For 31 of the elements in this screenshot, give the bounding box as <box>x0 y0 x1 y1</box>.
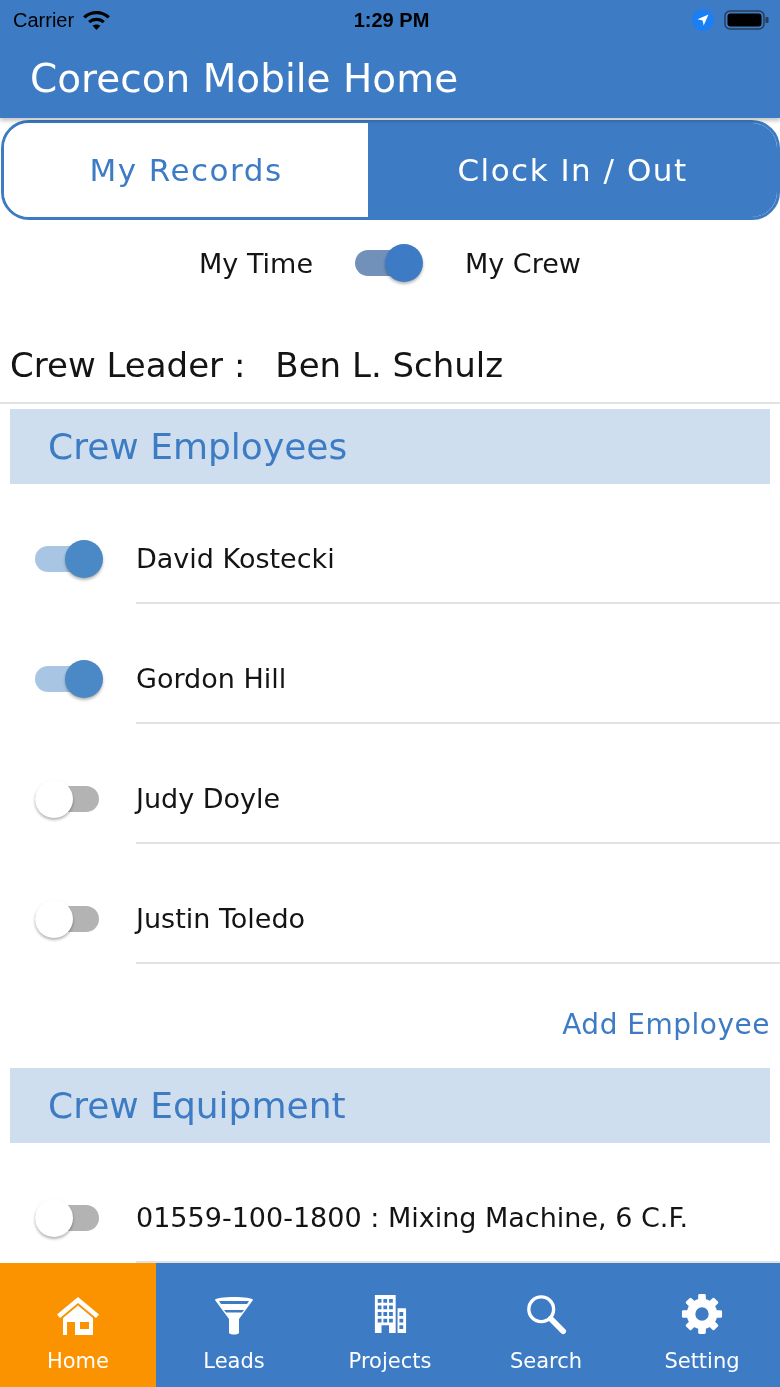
section-header: Crew Employees <box>10 409 770 484</box>
item-name: 01559-100-1800 : Mixing Machine, 6 C.F. <box>136 1201 689 1233</box>
wifi-icon <box>83 10 111 30</box>
item-name: Judy Doyle <box>136 782 281 814</box>
item-toggle[interactable] <box>35 659 103 699</box>
add-employee-link[interactable]: Add Employee <box>562 1007 770 1041</box>
building-icon <box>373 1293 407 1335</box>
tab-bar-item[interactable]: Setting <box>624 1263 780 1387</box>
mode-toggle[interactable] <box>355 243 423 283</box>
item-toggle[interactable] <box>35 539 103 579</box>
search-icon <box>525 1293 567 1335</box>
item-name: Gordon Hill <box>136 662 287 694</box>
carrier-name: Carrier <box>13 8 75 32</box>
item-name: Justin Toledo <box>136 902 306 934</box>
section-header: Crew Equipment <box>10 1068 770 1143</box>
battery-icon <box>724 10 770 30</box>
tab-bar-item[interactable]: Home <box>0 1263 156 1387</box>
funnel-icon <box>215 1295 253 1335</box>
settings-icon <box>681 1293 723 1335</box>
crew-leader-name: Ben L. Schulz <box>275 345 504 385</box>
tab-bar-item[interactable]: Leads <box>156 1263 312 1387</box>
house-icon <box>57 1297 99 1335</box>
crew-leader-label: Crew Leader : <box>10 345 246 385</box>
tab-bar-item[interactable]: Search <box>468 1263 624 1387</box>
mode-label: My Crew <box>465 247 581 279</box>
status-time: 1:29 PM <box>353 8 430 32</box>
segment-tab[interactable]: Clock In / Out <box>368 123 777 217</box>
item-name: David Kostecki <box>136 542 335 574</box>
tab-bar-item[interactable]: Projects <box>312 1263 468 1387</box>
app-title: Corecon Mobile Home <box>30 55 459 103</box>
mode-label: My Time <box>199 247 313 279</box>
